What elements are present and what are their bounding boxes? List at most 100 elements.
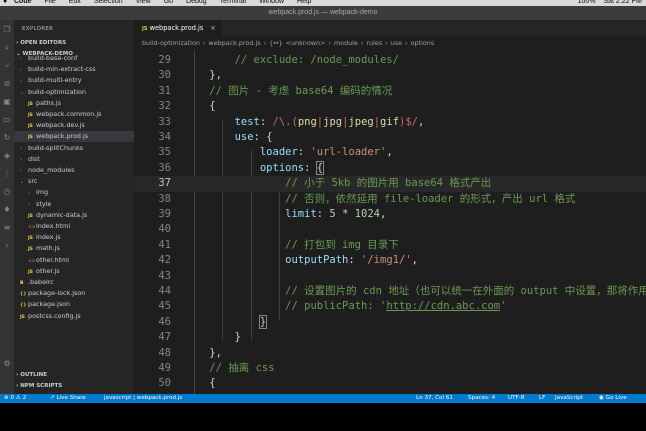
code-line[interactable]: 42 outputPath: '/img1/', (134, 253, 646, 268)
code-editor[interactable]: I 29 // exclude: /node_modules/30 },31 /… (134, 50, 646, 394)
tree-folder[interactable]: › node_modules (14, 165, 134, 176)
tree-file[interactable]: B .babelrc (14, 277, 134, 288)
breadcrumb-item[interactable]: <unknown> (286, 39, 326, 47)
docker-icon[interactable]: ◈ (3, 152, 11, 160)
history-icon[interactable]: ◷ (3, 188, 11, 196)
tree-file[interactable]: JS webpack.prod.js (14, 131, 134, 143)
code-line[interactable]: 45 // publicPath: 'http://cdn.abc.com' (134, 299, 646, 314)
code-line[interactable]: 43 (134, 269, 646, 284)
source-control-icon[interactable]: ⑂ (3, 62, 11, 70)
line-ending[interactable]: LF (539, 394, 545, 403)
breadcrumb-item[interactable]: build-optimization (142, 39, 200, 47)
code-line[interactable]: 33 test: /\.(png|jpg|jpeg|gif)$/, (134, 115, 646, 130)
code-line[interactable]: 41 // 打包到 img 目录下 (134, 238, 646, 253)
files-icon[interactable]: ❐ (3, 26, 11, 34)
breadcrumb-item[interactable]: rules (366, 39, 382, 47)
line-number: 31 (158, 84, 171, 97)
tree-folder[interactable]: › build-min-extract-css (14, 64, 134, 75)
tree-folder[interactable]: › dist (14, 154, 134, 165)
tree-file[interactable]: JS webpack.common.js (14, 109, 134, 120)
code-line[interactable]: 50 { (134, 376, 646, 391)
code-line[interactable]: 46 } (134, 314, 646, 330)
breadcrumb-item[interactable]: module (334, 39, 358, 47)
tab-webpack-prod-js[interactable]: JS webpack.prod.js × (134, 20, 222, 36)
menu-file[interactable]: File (45, 0, 56, 5)
tree-folder[interactable]: › build-multi-entry (14, 75, 134, 86)
code-line[interactable]: 30 }, (134, 68, 646, 83)
menu-debug[interactable]: Debug (186, 0, 207, 5)
battery-status[interactable]: 100% (578, 0, 596, 5)
live-share-button[interactable]: ↗ Live Share (50, 394, 86, 403)
explorer-sidebar: EXPLORER › OPEN EDITORS ⌄ WEBPACK-DEMO ›… (14, 20, 134, 394)
menu-help[interactable]: Help (297, 0, 311, 5)
problems-indicator[interactable]: ⊗ 0 ⚠ 2 (4, 394, 26, 403)
debug-icon[interactable]: ⊘ (3, 80, 11, 88)
code-line[interactable]: 47 } (134, 330, 646, 345)
npm-scripts-section[interactable]: › NPM SCRIPTS (16, 383, 62, 389)
breadcrumb-item[interactable]: options (411, 39, 435, 47)
code-line[interactable]: 39 limit: 5 * 1024, (134, 207, 646, 222)
code-line[interactable]: 40 (134, 222, 646, 237)
menu-go[interactable]: Go (164, 0, 173, 5)
code-line[interactable]: 37 // 小于 5kb 的图片用 base64 格式产出 (134, 176, 646, 192)
breadcrumb-item[interactable]: use (391, 39, 402, 47)
bookmark-icon[interactable]: ♦ (3, 206, 11, 214)
breadcrumb-item[interactable]: {↔} (269, 39, 283, 47)
cursor-position[interactable]: Ln 37, Col 61 (416, 394, 453, 403)
tree-file[interactable]: {} package-lock.json (14, 288, 134, 299)
menu-terminal[interactable]: Terminal (220, 0, 246, 5)
tree-folder[interactable]: › style (14, 199, 134, 210)
remote-icon[interactable]: ▭ (3, 116, 11, 124)
code-line[interactable]: 32 { (134, 99, 646, 114)
tree-file[interactable]: JS math.js (14, 243, 134, 254)
go-live-button[interactable]: ◉ Go Live (599, 394, 627, 403)
live-share-icon[interactable]: ↻ (3, 134, 11, 142)
code-line[interactable]: 36 options: { (134, 160, 646, 176)
tree-file[interactable]: JS dynamic-data.js (14, 210, 134, 221)
code-line[interactable]: 29 // exclude: /node_modules/ (134, 53, 646, 68)
encoding[interactable]: UTF-8 (508, 394, 524, 403)
clock[interactable]: Sat 2:22 PM (603, 0, 642, 5)
code-line[interactable]: 31 // 图片 - 考虑 base64 编码的情况 (134, 84, 646, 99)
indentation[interactable]: Spaces: 4 (468, 394, 495, 403)
code-line[interactable]: 35 loader: 'url-loader', (134, 145, 646, 160)
settings-gear-icon[interactable]: ⚙ (3, 360, 11, 368)
apple-icon[interactable]: ● (3, 0, 7, 5)
outline-section[interactable]: › OUTLINE (16, 372, 47, 378)
language-mode[interactable]: JavaScript (555, 394, 583, 403)
tree-folder[interactable]: ⌄ src (14, 176, 134, 187)
code-line[interactable]: 38 // 否则，依然延用 file-loader 的形式，产出 url 格式 (134, 192, 646, 207)
code-line[interactable]: 44 // 设置图片的 cdn 地址（也可以统一在外面的 output 中设置，… (134, 284, 646, 299)
close-icon[interactable]: × (210, 20, 216, 36)
tree-file[interactable]: JS paths.js (14, 98, 134, 109)
extensions-icon[interactable]: ▣ (3, 98, 11, 106)
search-icon[interactable]: ⌕ (3, 44, 11, 52)
menu-edit[interactable]: Edit (69, 0, 81, 5)
tree-file[interactable]: JS postcss.config.js (14, 311, 134, 322)
tree-file[interactable]: {} package.json (14, 299, 134, 310)
tree-folder[interactable]: ⌄ build-optimization (14, 87, 134, 98)
open-editors-section[interactable]: › OPEN EDITORS (16, 40, 66, 46)
code-line[interactable]: 49 // 抽离 css (134, 361, 646, 376)
menu-window[interactable]: Window (259, 0, 284, 5)
tree-folder[interactable]: › build-base-conf (14, 53, 134, 64)
code-text: // exclude: /node_modules/ (234, 54, 399, 66)
tree-file[interactable]: JS other.js (14, 266, 134, 277)
tree-file[interactable]: <> other.html (14, 255, 134, 266)
code-line[interactable]: 48 }, (134, 346, 646, 361)
breadcrumb-item[interactable]: webpack.prod.js (208, 39, 260, 47)
code-line[interactable]: 34 use: { (134, 130, 646, 145)
tree-file[interactable]: JS webpack.dev.js (14, 120, 134, 131)
tree-item-label: img (34, 188, 49, 197)
tree-folder[interactable]: › img (14, 187, 134, 198)
terminal-icon[interactable]: › (3, 242, 11, 250)
menu-view[interactable]: View (136, 0, 151, 5)
code-text: options: { (259, 160, 325, 175)
menu-code[interactable]: Code (14, 0, 32, 5)
tree-file[interactable]: JS index.js (14, 232, 134, 243)
timeline-icon[interactable]: ≡ (3, 224, 11, 232)
tree-file[interactable]: <> index.html (14, 221, 134, 232)
menu-selection[interactable]: Selection (94, 0, 123, 5)
tree-icon[interactable]: ⋮ (3, 170, 11, 178)
tree-folder[interactable]: › build-splitChunks (14, 143, 134, 154)
